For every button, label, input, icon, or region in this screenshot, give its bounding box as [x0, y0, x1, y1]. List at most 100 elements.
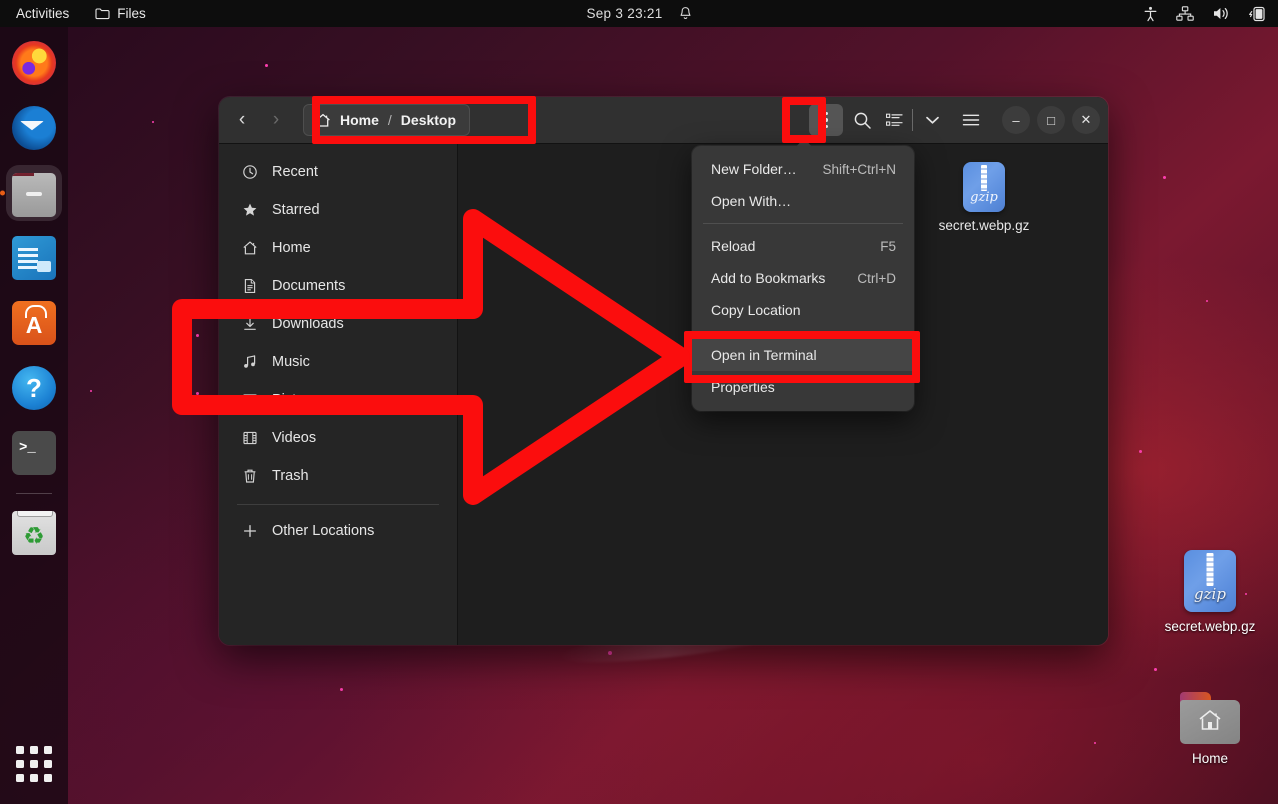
menu-item-reload[interactable]: Reload F5	[692, 230, 914, 262]
dock-item-trash[interactable]	[6, 503, 62, 559]
dock-separator	[16, 493, 52, 494]
sidebar-item-label: Starred	[272, 202, 320, 218]
search-button[interactable]	[845, 104, 879, 136]
menu-separator	[703, 223, 903, 224]
menu-item-open-with[interactable]: Open With…	[692, 185, 914, 217]
accessibility-icon[interactable]	[1143, 6, 1158, 22]
firefox-icon	[12, 41, 56, 85]
music-note-icon	[241, 354, 259, 370]
menu-item-label: Open With…	[711, 193, 791, 209]
activities-label: Activities	[16, 6, 69, 21]
sidebar-item-starred[interactable]: Starred	[219, 191, 457, 229]
desktop-icon-secret-webp-gz[interactable]: gzip secret.webp.gz	[1155, 550, 1265, 634]
sidebar-item-documents[interactable]: Documents	[219, 267, 457, 305]
current-app-indicator[interactable]: Files	[95, 6, 146, 21]
dock-item-ubuntu-software[interactable]	[6, 295, 62, 351]
dock-item-firefox[interactable]	[6, 35, 62, 91]
wallpaper-spark	[196, 334, 199, 337]
wallpaper-spark	[1154, 668, 1157, 671]
annotation-highlight-open-in-terminal	[684, 331, 920, 383]
wallpaper-spark	[1094, 742, 1096, 744]
sidebar-item-videos[interactable]: Videos	[219, 419, 457, 457]
plus-icon	[241, 523, 259, 539]
menu-item-copy-location[interactable]: Copy Location	[692, 294, 914, 326]
screen: Activities Files Sep 3 23:21	[0, 0, 1278, 804]
sidebar-item-label: Documents	[272, 278, 345, 294]
terminal-icon	[12, 431, 56, 475]
annotation-highlight-kebab-menu	[782, 97, 826, 143]
activities-button[interactable]: Activities	[16, 6, 69, 21]
list-view-icon	[886, 113, 903, 128]
gzip-badge-label: gzip	[1184, 585, 1236, 603]
menu-item-label: Copy Location	[711, 302, 801, 318]
wallpaper-spark	[1206, 300, 1208, 302]
clock-icon	[241, 164, 259, 180]
clock[interactable]: Sep 3 23:21	[586, 6, 662, 21]
close-button[interactable]: ✕	[1072, 106, 1100, 134]
zipper-graphic	[981, 165, 987, 191]
maximize-button[interactable]: □	[1037, 106, 1065, 134]
gzip-archive-icon: gzip	[1184, 550, 1236, 612]
back-button[interactable]: ‹	[225, 104, 259, 136]
wallpaper-spark	[90, 390, 92, 392]
download-icon	[241, 316, 259, 332]
notification-bell-icon[interactable]	[679, 6, 692, 21]
sidebar-item-label: Videos	[272, 430, 316, 446]
wallpaper-spark	[1139, 450, 1142, 453]
menu-item-add-to-bookmarks[interactable]: Add to Bookmarks Ctrl+D	[692, 262, 914, 294]
file-item-label: secret.webp.gz	[934, 217, 1034, 235]
sidebar-item-other-locations[interactable]: Other Locations	[219, 512, 457, 550]
sidebar-item-trash[interactable]: Trash	[219, 457, 457, 495]
desktop-icon-label: Home	[1155, 751, 1265, 766]
sidebar-item-label: Pictures	[272, 392, 324, 408]
sidebar-item-pictures[interactable]: Pictures	[219, 381, 457, 419]
dock-item-thunderbird[interactable]	[6, 100, 62, 156]
star-icon	[241, 202, 259, 218]
sidebar-item-label: Home	[272, 240, 311, 256]
sidebar-separator	[237, 504, 439, 505]
forward-button[interactable]: ›	[259, 104, 293, 136]
menu-item-accelerator: Shift+Ctrl+N	[822, 162, 896, 177]
window-body: Recent Starred Home	[219, 144, 1108, 645]
sidebar-item-recent[interactable]: Recent	[219, 153, 457, 191]
sidebar-item-home[interactable]: Home	[219, 229, 457, 267]
hamburger-menu-button[interactable]	[954, 104, 988, 136]
minimize-button[interactable]: –	[1002, 106, 1030, 134]
sidebar-item-music[interactable]: Music	[219, 343, 457, 381]
wallpaper-spark	[1163, 176, 1166, 179]
view-mode-button[interactable]	[881, 104, 907, 136]
wallpaper-spark	[608, 651, 612, 655]
dock-item-help[interactable]	[6, 360, 62, 416]
network-icon[interactable]	[1176, 6, 1194, 21]
top-bar: Activities Files Sep 3 23:21	[0, 0, 1278, 27]
sidebar-item-downloads[interactable]: Downloads	[219, 305, 457, 343]
current-app-label: Files	[117, 6, 146, 21]
thunderbird-icon	[12, 106, 56, 150]
chevron-down-icon	[925, 115, 940, 125]
gzip-badge-label: gzip	[963, 189, 1005, 206]
dock-item-terminal[interactable]	[6, 425, 62, 481]
view-options-button[interactable]	[920, 104, 944, 136]
desktop-icon-label: secret.webp.gz	[1155, 619, 1265, 634]
menu-item-accelerator: F5	[880, 239, 896, 254]
menu-item-new-folder[interactable]: New Folder… Shift+Ctrl+N	[692, 153, 914, 185]
ubuntu-software-icon	[12, 301, 56, 345]
battery-icon[interactable]	[1248, 6, 1266, 22]
dock-item-files[interactable]	[6, 165, 62, 221]
sidebar-item-label: Recent	[272, 164, 318, 180]
dock-item-libreoffice-writer[interactable]	[6, 230, 62, 286]
menu-item-label: New Folder…	[711, 161, 797, 177]
volume-icon[interactable]	[1212, 6, 1230, 21]
wallpaper-spark	[340, 688, 343, 691]
libreoffice-writer-icon	[12, 236, 56, 280]
home-icon	[241, 240, 259, 256]
show-applications-button[interactable]	[6, 736, 62, 792]
show-applications-icon	[16, 746, 52, 782]
desktop-icon-home[interactable]: Home	[1155, 692, 1265, 766]
folder-icon	[95, 7, 110, 20]
file-item-secret-webp-gz[interactable]: gzip secret.webp.gz	[934, 162, 1034, 235]
trash-icon	[241, 468, 259, 484]
dock	[0, 27, 68, 804]
menu-item-label: Add to Bookmarks	[711, 270, 825, 286]
document-icon	[241, 278, 259, 294]
